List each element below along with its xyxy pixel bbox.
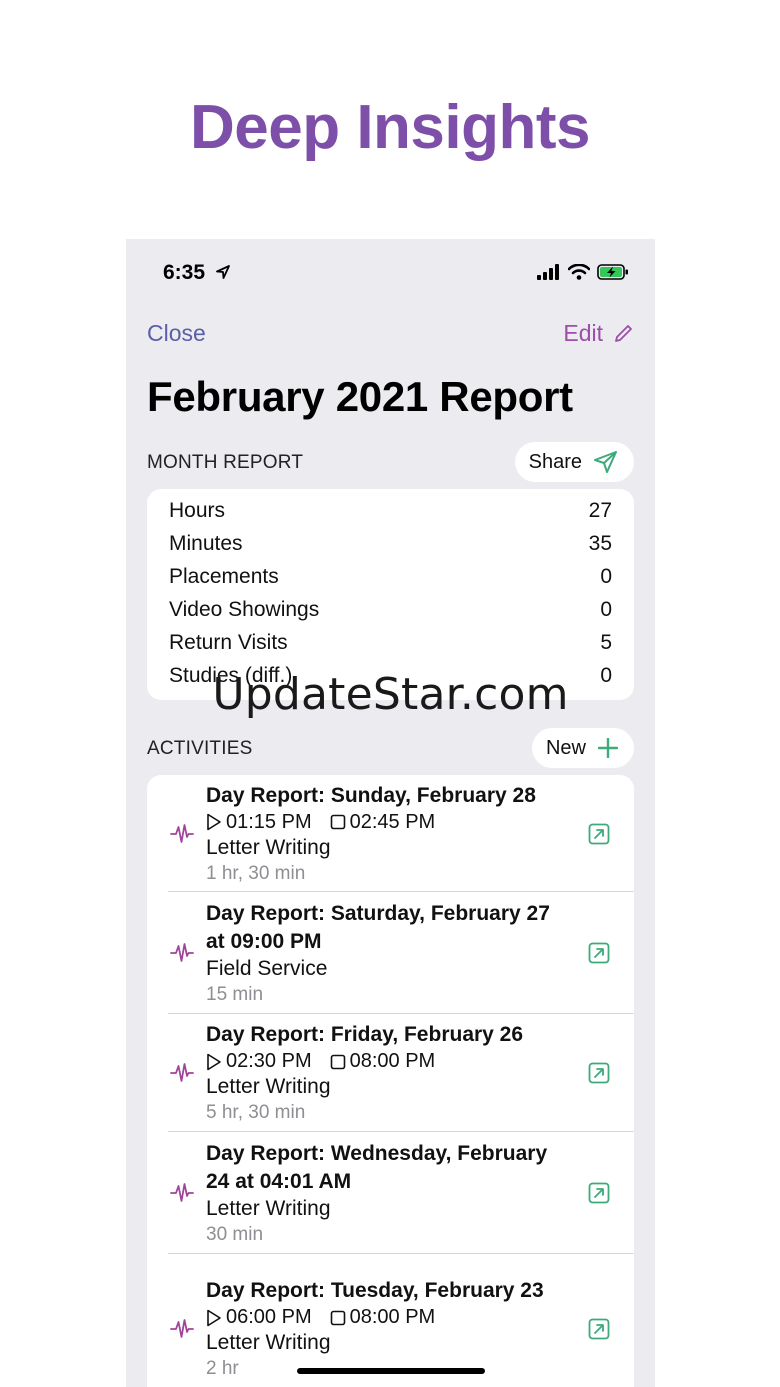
edit-button[interactable]: Edit [563, 320, 633, 347]
status-icons [537, 264, 629, 280]
activity-type: Letter Writing [206, 1075, 331, 1098]
activity-end: 02:45 PM [349, 810, 436, 833]
play-icon [207, 813, 221, 831]
activity-duration: 5 hr, 30 min [206, 1102, 306, 1123]
stat-label: Video Showings [169, 597, 320, 621]
activity-pulse-icon [147, 942, 206, 964]
edit-label: Edit [563, 320, 603, 346]
open-link-icon[interactable] [564, 823, 634, 845]
paper-plane-icon [594, 451, 617, 473]
promo-headline: Deep Insights [189, 93, 591, 162]
activity-item[interactable]: Day Report: Saturday, February 27 at 09:… [147, 892, 634, 1014]
stat-row-minutes: Minutes 35 [147, 527, 634, 560]
stat-value: 27 [588, 498, 612, 522]
activity-body: Day Report: Saturday, February 27 at 09:… [206, 892, 564, 1015]
play-icon [207, 1309, 221, 1326]
activities-card: Day Report: Sunday, February 28 01:15 PM… [147, 775, 634, 1387]
stop-icon [330, 814, 345, 830]
activity-title: Day Report: Wednesday, February 24 at 04… [206, 1141, 548, 1193]
activity-type: Letter Writing [206, 1331, 331, 1354]
activity-type: Field Service [206, 956, 328, 980]
month-report-section-label: MONTH REPORT [147, 452, 304, 473]
activities-section-label: ACTIVITIES [147, 738, 253, 759]
activity-duration: 30 min [206, 1223, 264, 1245]
activity-times: 06:00 PM 08:00 PM [206, 1305, 564, 1330]
new-activity-button[interactable]: New [531, 728, 634, 768]
stat-value: 0 [600, 597, 612, 621]
stop-icon [330, 1310, 345, 1325]
activity-duration: 1 hr, 30 min [206, 862, 306, 884]
activity-pulse-icon [147, 823, 206, 845]
activity-type: Letter Writing [206, 835, 331, 859]
watermark: UpdateStar.com [212, 669, 569, 720]
stat-row-hours: Hours 27 [147, 494, 634, 527]
stat-row-video-showings: Video Showings 0 [147, 593, 634, 626]
activity-pulse-icon [147, 1318, 206, 1340]
activity-start: 02:30 PM [226, 1050, 312, 1072]
open-link-icon[interactable] [564, 1182, 634, 1204]
activity-title: Day Report: Saturday, February 27 at 09:… [206, 901, 550, 953]
cellular-signal-icon [537, 264, 559, 280]
pencil-icon [615, 324, 632, 342]
open-link-icon[interactable] [564, 1318, 634, 1340]
stat-value: 5 [600, 630, 612, 654]
status-time: 6:35 [163, 261, 206, 284]
activity-pulse-icon [147, 1182, 206, 1204]
wifi-icon [568, 264, 590, 280]
activity-end: 08:00 PM [349, 1306, 436, 1328]
stat-row-return-visits: Return Visits 5 [147, 626, 634, 659]
stat-label: Placements [169, 564, 279, 588]
new-label: New [545, 736, 586, 759]
activity-title: Day Report: Friday, February 26 [206, 1023, 524, 1046]
activity-body: Day Report: Sunday, February 28 01:15 PM… [206, 775, 564, 894]
activity-title: Day Report: Tuesday, February 23 [206, 1279, 544, 1302]
close-button[interactable]: Close [147, 320, 206, 347]
activity-body: Day Report: Wednesday, February 24 at 04… [206, 1132, 564, 1255]
open-link-icon[interactable] [564, 1062, 634, 1084]
activity-item[interactable]: Day Report: Wednesday, February 24 at 04… [147, 1132, 634, 1254]
plus-icon [598, 738, 618, 758]
battery-charging-icon [597, 264, 628, 280]
activity-times: 02:30 PM 08:00 PM [206, 1049, 564, 1074]
activity-duration: 15 min [206, 983, 264, 1005]
stop-icon [330, 1054, 345, 1069]
activity-type: Letter Writing [206, 1196, 331, 1220]
activity-title: Day Report: Sunday, February 28 [206, 783, 536, 807]
share-label: Share [528, 450, 582, 473]
open-link-icon[interactable] [564, 942, 634, 964]
stat-label: Return Visits [169, 630, 288, 654]
location-arrow-icon [216, 265, 230, 279]
activity-pulse-icon [147, 1062, 206, 1084]
stat-value: 0 [600, 564, 612, 588]
play-icon [207, 1053, 221, 1070]
stat-row-placements: Placements 0 [147, 560, 634, 593]
activity-end: 08:00 PM [349, 1050, 436, 1072]
activity-item[interactable]: Day Report: Sunday, February 28 01:15 PM… [147, 775, 634, 892]
page-title: February 2021 Report [147, 373, 573, 420]
home-indicator[interactable] [297, 1368, 485, 1374]
stat-label: Minutes [169, 531, 243, 555]
activity-body: Day Report: Friday, February 26 02:30 PM… [206, 1013, 564, 1133]
activity-times: 01:15 PM 02:45 PM [206, 810, 564, 835]
phone-screen: 6:35 Close Edit February 2021 Report MON [126, 239, 655, 1387]
activity-item[interactable]: Day Report: Friday, February 26 02:30 PM… [147, 1014, 634, 1132]
activity-start: 06:00 PM [226, 1306, 312, 1328]
stat-label: Hours [169, 498, 226, 522]
activity-start: 01:15 PM [226, 810, 312, 833]
share-button[interactable]: Share [514, 442, 634, 482]
stat-value: 35 [588, 531, 612, 555]
